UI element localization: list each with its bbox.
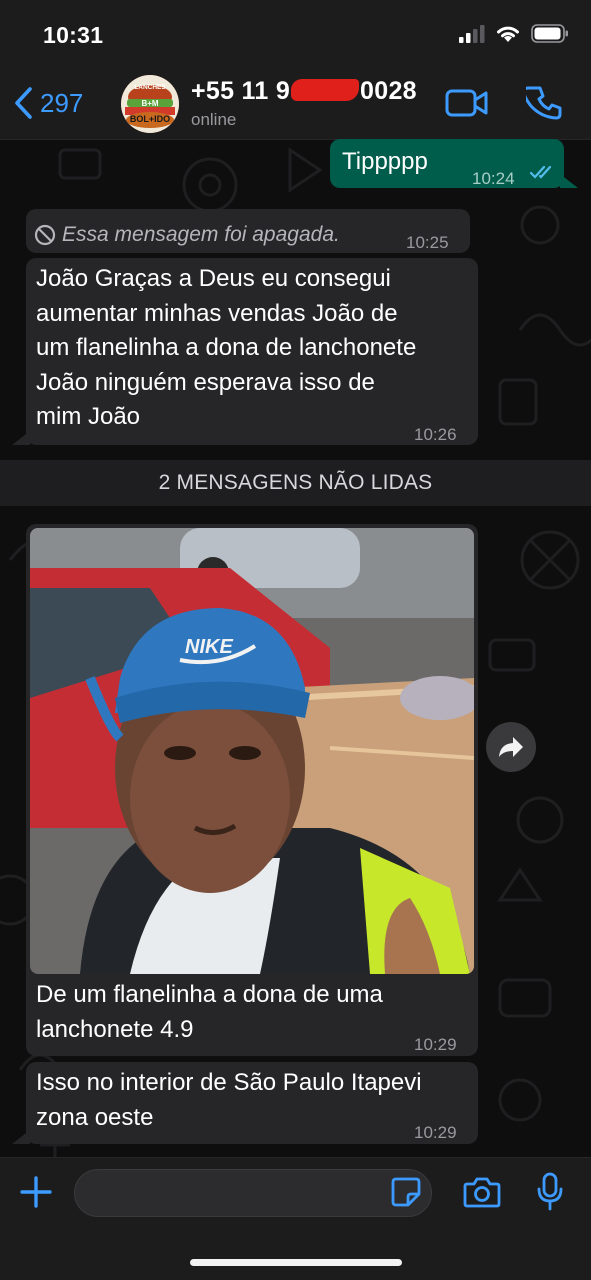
forward-arrow-icon xyxy=(499,737,523,757)
avatar-logo: LANCHES B+M BOL+IDO xyxy=(121,75,179,133)
caption-line: lanchonete 4.9 xyxy=(36,1015,194,1043)
message-time: 10:29 xyxy=(414,1035,457,1054)
photo-caption: De um flanelinha a dona de uma lanchonet… xyxy=(36,978,383,1047)
deleted-message-label: Essa mensagem foi apagada. xyxy=(34,218,340,253)
wifi-icon xyxy=(497,26,519,42)
message-line: João Graças a Deus eu consegui xyxy=(36,265,391,292)
video-camera-icon xyxy=(445,89,488,117)
message-line: mim João xyxy=(36,403,141,430)
microphone-button[interactable] xyxy=(536,1172,564,1217)
status-bar: 10:31 xyxy=(0,0,591,68)
bubble-tail xyxy=(12,1130,30,1144)
photo-image: NIKE xyxy=(30,528,474,974)
message-outgoing[interactable]: Tippppp 10:24 xyxy=(330,139,564,188)
avatar-text-top: LANCHES xyxy=(134,84,166,91)
bubble-tail xyxy=(560,174,578,188)
message-deleted[interactable]: Essa mensagem foi apagada. 10:25 xyxy=(26,209,470,253)
message-time: 10:26 xyxy=(414,425,457,444)
forward-button[interactable] xyxy=(486,722,536,772)
message-line: zona oeste xyxy=(36,1103,154,1131)
home-indicator[interactable] xyxy=(190,1259,402,1266)
message-photo[interactable]: NIKE De um flanelinha a dona de uma lanc… xyxy=(26,524,478,1056)
avatar-text-mid: B+M xyxy=(141,99,158,108)
blocked-icon xyxy=(34,225,56,246)
unread-messages-banner: 2 MENSAGENS NÃO LIDAS xyxy=(0,460,591,506)
unread-chats-count[interactable]: 297 xyxy=(40,88,83,119)
message-line: Isso no interior de São Paulo Itapevi xyxy=(36,1069,422,1096)
sticker-button[interactable] xyxy=(390,1176,422,1213)
contact-name-start: +55 11 9 xyxy=(191,77,291,105)
battery-icon xyxy=(531,24,568,43)
message-incoming[interactable]: João Graças a Deus eu consegui aumentar … xyxy=(26,258,478,445)
camera-icon xyxy=(463,1177,501,1208)
deleted-text: Essa mensagem foi apagada. xyxy=(62,223,340,246)
redaction-mark xyxy=(291,79,360,101)
message-line: João ninguém esperava isso de xyxy=(36,368,375,396)
video-call-button[interactable] xyxy=(445,88,489,123)
message-time: 10:25 xyxy=(406,233,449,252)
message-time: 10:29 xyxy=(414,1123,457,1142)
back-button[interactable]: 297 xyxy=(12,86,83,120)
message-line: aumentar minhas vendas João de xyxy=(36,299,398,327)
status-icons xyxy=(459,24,569,43)
message-time: 10:24 xyxy=(472,169,515,188)
message-text: João Graças a Deus eu consegui aumentar … xyxy=(36,262,416,435)
avatar[interactable]: LANCHES B+M BOL+IDO xyxy=(121,75,179,133)
signal-icon xyxy=(459,24,485,43)
contact-name[interactable]: +55 11 9 0028 xyxy=(191,77,417,106)
sticker-icon xyxy=(391,1177,421,1207)
voice-call-button[interactable] xyxy=(522,85,562,126)
message-text: Tippppp xyxy=(342,148,428,175)
double-check-icon xyxy=(530,165,552,179)
cap-logo-text: NIKE xyxy=(185,636,233,658)
phone-icon xyxy=(522,86,562,120)
message-line: um flanelinha a dona de lanchonete xyxy=(36,334,417,361)
caption-line: De um flanelinha a dona de uma xyxy=(36,981,383,1008)
message-incoming[interactable]: Isso no interior de São Paulo Itapevi zo… xyxy=(26,1062,478,1144)
chat-header: 297 LANCHES B+M BOL+IDO +55 11 9 0028 onl… xyxy=(0,68,591,140)
message-text: Isso no interior de São Paulo Itapevi zo… xyxy=(36,1066,422,1135)
attach-button[interactable] xyxy=(18,1174,54,1215)
message-input[interactable] xyxy=(74,1169,432,1217)
contact-name-end: 0028 xyxy=(360,77,417,105)
chevron-left-icon xyxy=(15,87,32,119)
camera-button[interactable] xyxy=(463,1176,501,1213)
plus-icon xyxy=(20,1176,52,1208)
photo-attachment[interactable]: NIKE xyxy=(30,528,474,974)
status-time: 10:31 xyxy=(43,22,104,48)
microphone-icon xyxy=(537,1172,563,1211)
avatar-text-bottom: BOL+IDO xyxy=(130,114,170,124)
bubble-tail xyxy=(12,431,30,445)
contact-status: online xyxy=(191,110,237,129)
